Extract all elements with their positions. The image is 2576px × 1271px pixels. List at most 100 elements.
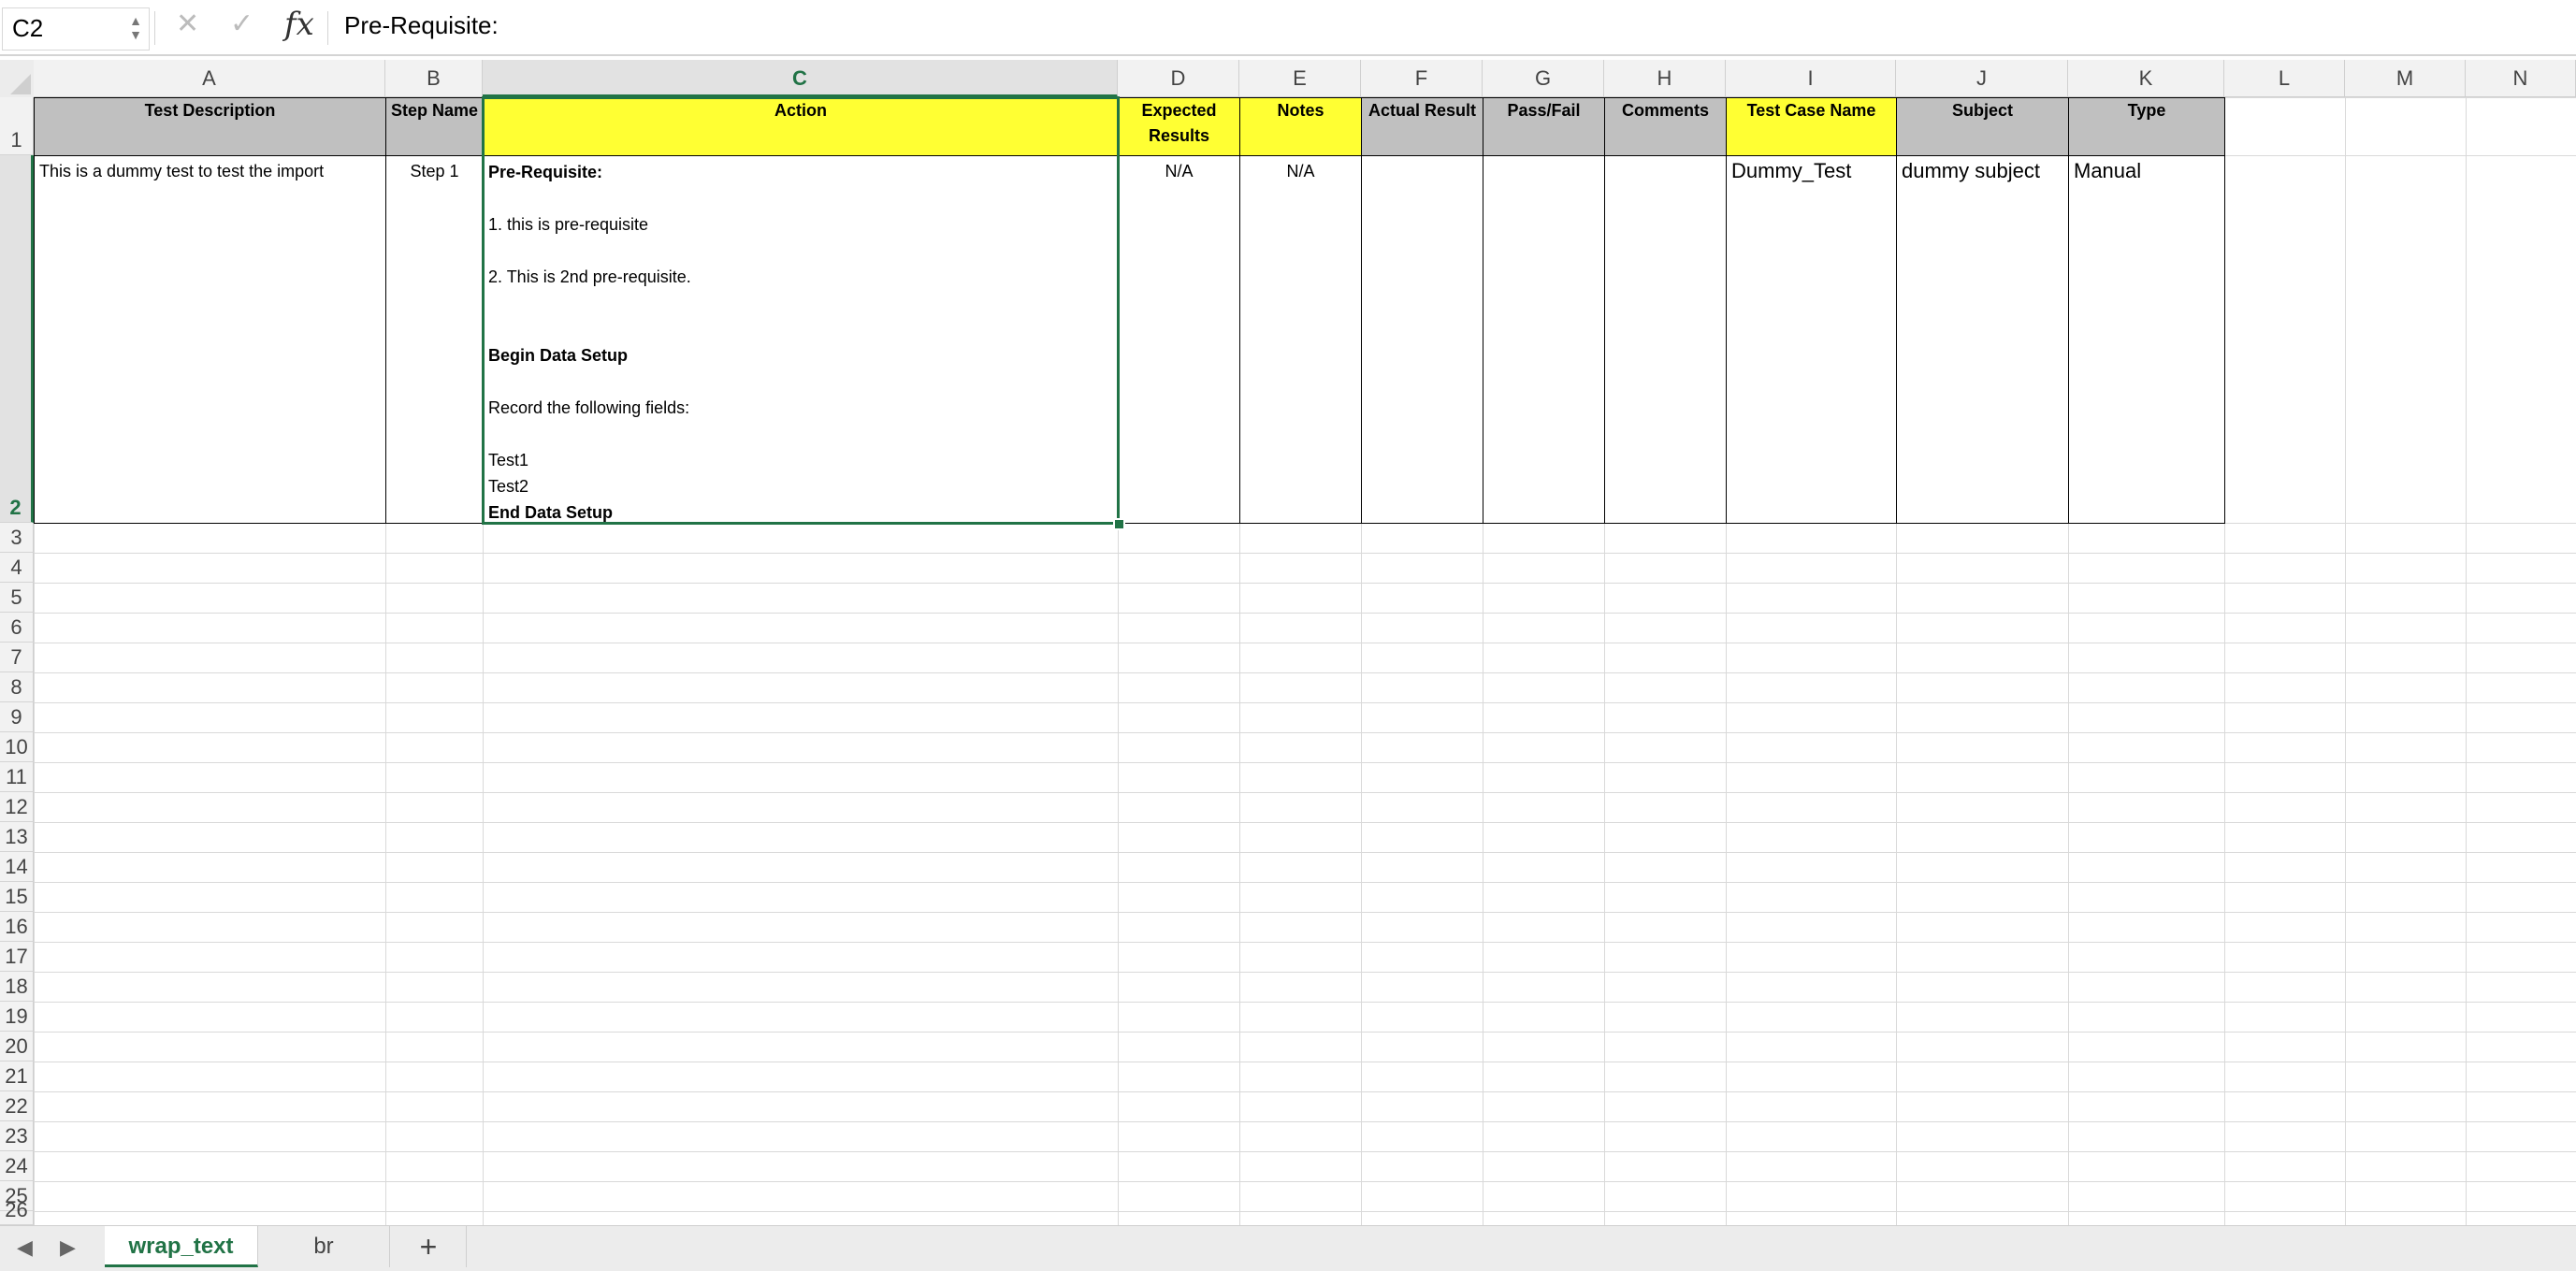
row-header-11[interactable]: 11 xyxy=(0,762,34,792)
header-cell-a[interactable]: Test Description xyxy=(34,97,386,156)
name-box-dropdown-icon[interactable]: ▲ ▼ xyxy=(128,14,143,44)
row-header-17[interactable]: 17 xyxy=(0,942,34,972)
sheet-tab-bar: ◀ ▶ wrap_text br + xyxy=(0,1225,2576,1271)
action-line xyxy=(488,368,1113,395)
gridline-horizontal xyxy=(34,1032,2576,1033)
row-header-23[interactable]: 23 xyxy=(0,1121,34,1151)
row-header-14[interactable]: 14 xyxy=(0,852,34,882)
fill-handle[interactable] xyxy=(1113,518,1125,530)
column-header-i[interactable]: I xyxy=(1726,60,1896,97)
row-number: 22 xyxy=(5,1094,28,1118)
column-header-j[interactable]: J xyxy=(1896,60,2068,97)
row-number: 24 xyxy=(5,1154,28,1177)
action-line xyxy=(488,421,1113,447)
gridline-horizontal xyxy=(34,583,2576,584)
row-header-22[interactable]: 22 xyxy=(0,1091,34,1121)
column-header-g[interactable]: G xyxy=(1483,60,1604,97)
gridline-horizontal xyxy=(34,613,2576,614)
gridline-horizontal xyxy=(34,702,2576,703)
action-line: Record the following fields: xyxy=(488,398,690,417)
row-header-7[interactable]: 7 xyxy=(0,643,34,672)
name-box[interactable]: C2 ▲ ▼ xyxy=(2,7,150,51)
row-number: 17 xyxy=(5,945,28,968)
formula-input[interactable]: Pre-Requisite: xyxy=(344,11,499,40)
row-number: 10 xyxy=(5,735,28,758)
row-header-12[interactable]: 12 xyxy=(0,792,34,822)
sheet-tab-br[interactable]: br xyxy=(258,1226,390,1267)
row-header-18[interactable]: 18 xyxy=(0,972,34,1002)
column-header-d[interactable]: D xyxy=(1118,60,1239,97)
row-header-20[interactable]: 20 xyxy=(0,1032,34,1062)
row-number: 5 xyxy=(10,585,22,609)
column-header-k[interactable]: K xyxy=(2068,60,2224,97)
column-header-l[interactable]: L xyxy=(2224,60,2345,97)
row-header-9[interactable]: 9 xyxy=(0,702,34,732)
header-cell-g[interactable]: Pass/Fail xyxy=(1483,97,1605,156)
prev-sheet-icon[interactable]: ◀ xyxy=(17,1235,33,1260)
row-header-1[interactable]: 1 xyxy=(0,97,34,155)
row-header-8[interactable]: 8 xyxy=(0,672,34,702)
column-header-b[interactable]: B xyxy=(385,60,483,97)
header-cell-e[interactable]: Notes xyxy=(1239,97,1362,156)
column-header-f[interactable]: F xyxy=(1361,60,1483,97)
header-cell-h[interactable]: Comments xyxy=(1604,97,1727,156)
data-cell-b[interactable]: Step 1 xyxy=(385,155,484,524)
row-number: 6 xyxy=(10,615,22,639)
select-all-corner[interactable] xyxy=(0,60,35,98)
header-cell-b[interactable]: Step Name xyxy=(385,97,484,156)
data-cell-d[interactable]: N/A xyxy=(1118,155,1240,524)
data-cell-f[interactable] xyxy=(1361,155,1483,524)
gridline-horizontal xyxy=(34,912,2576,913)
header-cell-c[interactable]: Action xyxy=(483,97,1119,156)
row-header-21[interactable]: 21 xyxy=(0,1062,34,1091)
column-header-m[interactable]: M xyxy=(2345,60,2466,97)
row-number: 26 xyxy=(5,1198,28,1221)
row-header-13[interactable]: 13 xyxy=(0,822,34,852)
row-header-19[interactable]: 19 xyxy=(0,1002,34,1032)
action-line: Pre-Requisite: xyxy=(488,163,603,181)
name-box-value: C2 xyxy=(12,14,44,42)
header-cell-j[interactable]: Subject xyxy=(1896,97,2069,156)
action-line xyxy=(488,185,1113,211)
row-header-2[interactable]: 2 xyxy=(0,155,34,523)
row-header-10[interactable]: 10 xyxy=(0,732,34,762)
header-cell-d[interactable]: Expected Results xyxy=(1118,97,1240,156)
row-header-24[interactable]: 24 xyxy=(0,1151,34,1181)
column-header-a[interactable]: A xyxy=(34,60,385,97)
data-cell-h[interactable] xyxy=(1604,155,1727,524)
data-cell-a[interactable]: This is a dummy test to test the import xyxy=(34,155,386,524)
row-header-15[interactable]: 15 xyxy=(0,882,34,912)
action-line: Begin Data Setup xyxy=(488,346,629,365)
row-number: 16 xyxy=(5,915,28,938)
row-header-5[interactable]: 5 xyxy=(0,583,34,613)
insert-function-icon[interactable]: fx xyxy=(284,6,314,43)
cancel-icon[interactable]: ✕ xyxy=(176,7,199,40)
header-cell-i[interactable]: Test Case Name xyxy=(1726,97,1897,156)
row-header-3[interactable]: 3 xyxy=(0,523,34,553)
formula-bar-divider xyxy=(154,11,155,45)
row-header-4[interactable]: 4 xyxy=(0,553,34,583)
data-cell-j[interactable]: dummy subject xyxy=(1896,155,2069,524)
data-cell-k[interactable]: Manual xyxy=(2068,155,2225,524)
add-sheet-button[interactable]: + xyxy=(391,1226,467,1267)
column-header-h[interactable]: H xyxy=(1604,60,1726,97)
header-cell-k[interactable]: Type xyxy=(2068,97,2225,156)
data-cell-i[interactable]: Dummy_Test xyxy=(1726,155,1897,524)
row-number: 18 xyxy=(5,975,28,998)
sheet-tab-wrap-text[interactable]: wrap_text xyxy=(105,1226,258,1267)
column-header-e[interactable]: E xyxy=(1239,60,1361,97)
row-header-6[interactable]: 6 xyxy=(0,613,34,643)
next-sheet-icon[interactable]: ▶ xyxy=(60,1235,76,1260)
confirm-icon[interactable]: ✓ xyxy=(230,7,253,40)
gridline-horizontal xyxy=(34,1181,2576,1182)
row-header-26[interactable]: 26 xyxy=(0,1198,34,1225)
column-header-n[interactable]: N xyxy=(2466,60,2576,97)
data-cell-e[interactable]: N/A xyxy=(1239,155,1362,524)
header-cell-f[interactable]: Actual Result xyxy=(1361,97,1483,156)
row-header-16[interactable]: 16 xyxy=(0,912,34,942)
column-header-c[interactable]: C xyxy=(483,60,1118,97)
row-number: 21 xyxy=(5,1064,28,1088)
data-cell-g[interactable] xyxy=(1483,155,1605,524)
row-number: 15 xyxy=(5,885,28,908)
data-cell-c[interactable]: Pre-Requisite: 1. this is pre-requisite 2.… xyxy=(483,155,1119,524)
